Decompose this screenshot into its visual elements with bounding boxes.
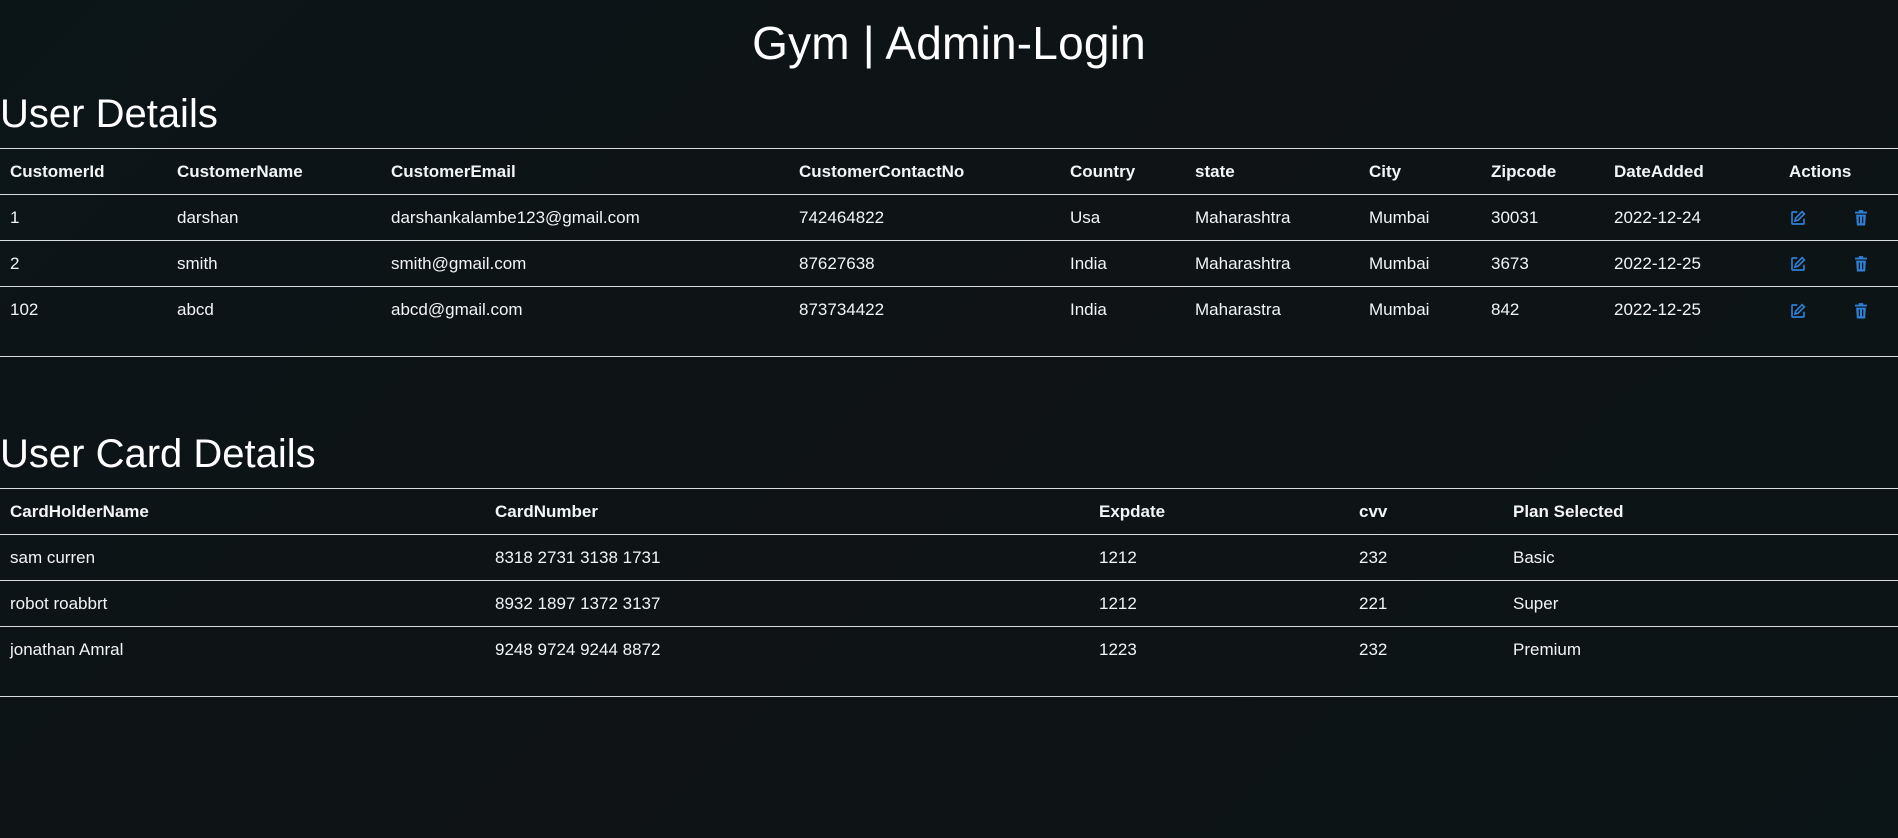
card-cvv: 232 <box>1359 640 1388 659</box>
customer-state: Maharashtra <box>1185 194 1359 241</box>
customer-contact: 873734422 <box>799 300 885 319</box>
customer-zipcode: 842 <box>1491 300 1520 319</box>
table-row: 2 smith smith@gmail.com 87627638 India M… <box>0 240 1898 287</box>
card-cvv: 221 <box>1349 580 1503 627</box>
plan-selected: Basic <box>1503 534 1898 581</box>
column-header-date-added: DateAdded <box>1604 148 1779 195</box>
card-expdate: 1212 <box>1089 580 1349 627</box>
customer-name: smith <box>167 240 381 287</box>
column-header-card-number: CardNumber <box>485 488 1089 535</box>
customer-email: abcd@gmail.com <box>391 300 523 319</box>
user-card-details-table: CardHolderName CardNumber Expdate cvv Pl… <box>0 488 1898 697</box>
cardholder-name: jonathan Amral <box>10 640 124 659</box>
table-row: 1 darshan darshankalambe123@gmail.com 74… <box>0 194 1898 241</box>
column-header-customer-contact: CustomerContactNo <box>789 148 1060 195</box>
customer-state: Maharashtra <box>1185 240 1359 287</box>
column-header-zipcode: Zipcode <box>1481 148 1604 195</box>
cardholder-name: robot roabbrt <box>0 580 485 627</box>
customer-country: Usa <box>1060 194 1185 241</box>
customer-city: Mumbai <box>1359 194 1481 241</box>
actions-cell <box>1779 240 1898 287</box>
card-number: 8318 2731 3138 1731 <box>485 534 1089 581</box>
trash-icon[interactable] <box>1852 255 1870 273</box>
actions-cell <box>1779 194 1898 241</box>
customer-state: Maharastra <box>1195 300 1281 319</box>
customer-contact: 87627638 <box>789 240 1060 287</box>
column-header-customer-name: CustomerName <box>167 148 381 195</box>
table-header-row: CustomerId CustomerName CustomerEmail Cu… <box>0 148 1898 195</box>
plan-selected: Premium <box>1513 640 1582 659</box>
edit-icon[interactable] <box>1789 302 1807 320</box>
card-number: 9248 9724 9244 8872 <box>495 640 661 659</box>
user-card-details-heading: User Card Details <box>0 432 316 476</box>
customer-country: India <box>1070 300 1107 319</box>
card-cvv: 232 <box>1349 534 1503 581</box>
customer-date-added: 2022-12-25 <box>1614 300 1701 319</box>
column-header-state: state <box>1185 148 1359 195</box>
edit-icon[interactable] <box>1789 209 1807 227</box>
column-header-actions: Actions <box>1779 148 1898 195</box>
page-title: Gym | Admin-Login <box>752 17 1146 69</box>
column-header-city: City <box>1359 148 1481 195</box>
customer-date-added: 2022-12-24 <box>1604 194 1779 241</box>
column-header-country: Country <box>1060 148 1185 195</box>
card-number: 8932 1897 1372 3137 <box>485 580 1089 627</box>
card-expdate: 1223 <box>1099 640 1137 659</box>
customer-id: 1 <box>0 194 167 241</box>
customer-date-added: 2022-12-25 <box>1604 240 1779 287</box>
actions-cell <box>1779 287 1898 357</box>
column-header-cardholder-name: CardHolderName <box>0 488 485 535</box>
column-header-customer-id: CustomerId <box>0 148 167 195</box>
column-header-customer-email: CustomerEmail <box>381 148 789 195</box>
edit-icon[interactable] <box>1789 255 1807 273</box>
customer-id: 2 <box>0 240 167 287</box>
customer-city: Mumbai <box>1369 300 1430 319</box>
cardholder-name: sam curren <box>0 534 485 581</box>
table-row: robot roabbrt 8932 1897 1372 3137 1212 2… <box>0 580 1898 627</box>
user-details-heading: User Details <box>0 92 218 136</box>
table-header-row: CardHolderName CardNumber Expdate cvv Pl… <box>0 488 1898 535</box>
user-details-table: CustomerId CustomerName CustomerEmail Cu… <box>0 148 1898 357</box>
table-row: jonathan Amral 9248 9724 9244 8872 1223 … <box>0 627 1898 697</box>
customer-city: Mumbai <box>1359 240 1481 287</box>
customer-email: smith@gmail.com <box>381 240 789 287</box>
card-expdate: 1212 <box>1089 534 1349 581</box>
column-header-expdate: Expdate <box>1089 488 1349 535</box>
customer-contact: 742464822 <box>789 194 1060 241</box>
customer-email: darshankalambe123@gmail.com <box>381 194 789 241</box>
trash-icon[interactable] <box>1852 209 1870 227</box>
customer-id: 102 <box>10 300 39 319</box>
table-row: 102 abcd abcd@gmail.com 873734422 India … <box>0 287 1898 357</box>
customer-zipcode: 30031 <box>1481 194 1604 241</box>
customer-country: India <box>1060 240 1185 287</box>
column-header-cvv: cvv <box>1349 488 1503 535</box>
customer-name: abcd <box>177 300 214 319</box>
column-header-plan-selected: Plan Selected <box>1503 488 1898 535</box>
table-row: sam curren 8318 2731 3138 1731 1212 232 … <box>0 534 1898 581</box>
trash-icon[interactable] <box>1852 302 1870 320</box>
customer-zipcode: 3673 <box>1481 240 1604 287</box>
customer-name: darshan <box>167 194 381 241</box>
plan-selected: Super <box>1503 580 1898 627</box>
